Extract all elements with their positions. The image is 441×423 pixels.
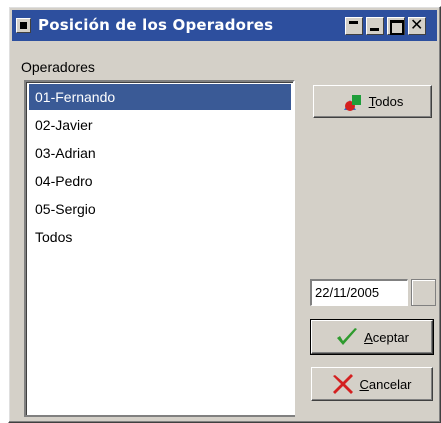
list-item-label: 05-Sergio: [35, 201, 96, 217]
listbox-bottom-edge: [24, 415, 295, 417]
minimize-button[interactable]: [366, 17, 384, 35]
checkmark-icon: [337, 328, 358, 345]
close-button[interactable]: ✕: [408, 15, 426, 35]
list-item[interactable]: 04-Pedro: [29, 168, 291, 194]
list-item[interactable]: Todos: [29, 224, 291, 250]
aceptar-button[interactable]: Aceptar: [311, 320, 433, 354]
cancelar-button[interactable]: Cancelar: [311, 367, 433, 401]
list-item[interactable]: 05-Sergio: [29, 196, 291, 222]
list-item-label: 02-Javier: [35, 117, 93, 133]
window-title: Posición de los Operadores: [38, 16, 274, 34]
todos-button[interactable]: Todos: [313, 85, 432, 118]
list-item[interactable]: 01-Fernando: [29, 84, 291, 110]
list-item-label: 04-Pedro: [35, 173, 93, 189]
maximize-button[interactable]: [387, 17, 405, 35]
close-icon: ✕: [410, 15, 424, 34]
cancelar-label: Cancelar: [359, 376, 412, 392]
rollup-button[interactable]: [345, 17, 363, 35]
list-item-label: 01-Fernando: [35, 89, 116, 105]
todos-label: Todos: [368, 94, 404, 109]
shapes-icon: [343, 94, 361, 111]
list-item-label: 03-Adrian: [35, 145, 96, 161]
system-menu-icon[interactable]: [16, 18, 31, 33]
list-item[interactable]: 02-Javier: [29, 112, 291, 138]
list-item-label: Todos: [35, 229, 73, 245]
x-icon: [333, 374, 354, 394]
operators-listbox[interactable]: 01-Fernando 02-Javier 03-Adrian 04-Pedro…: [24, 80, 295, 415]
operators-label: Operadores: [21, 59, 95, 75]
aceptar-label: Aceptar: [364, 329, 409, 345]
date-field[interactable]: 22/11/2005: [310, 279, 408, 306]
date-picker-button[interactable]: [411, 279, 436, 306]
list-item[interactable]: 03-Adrian: [29, 140, 291, 166]
title-bar[interactable]: Posición de los Operadores ✕: [12, 10, 437, 41]
